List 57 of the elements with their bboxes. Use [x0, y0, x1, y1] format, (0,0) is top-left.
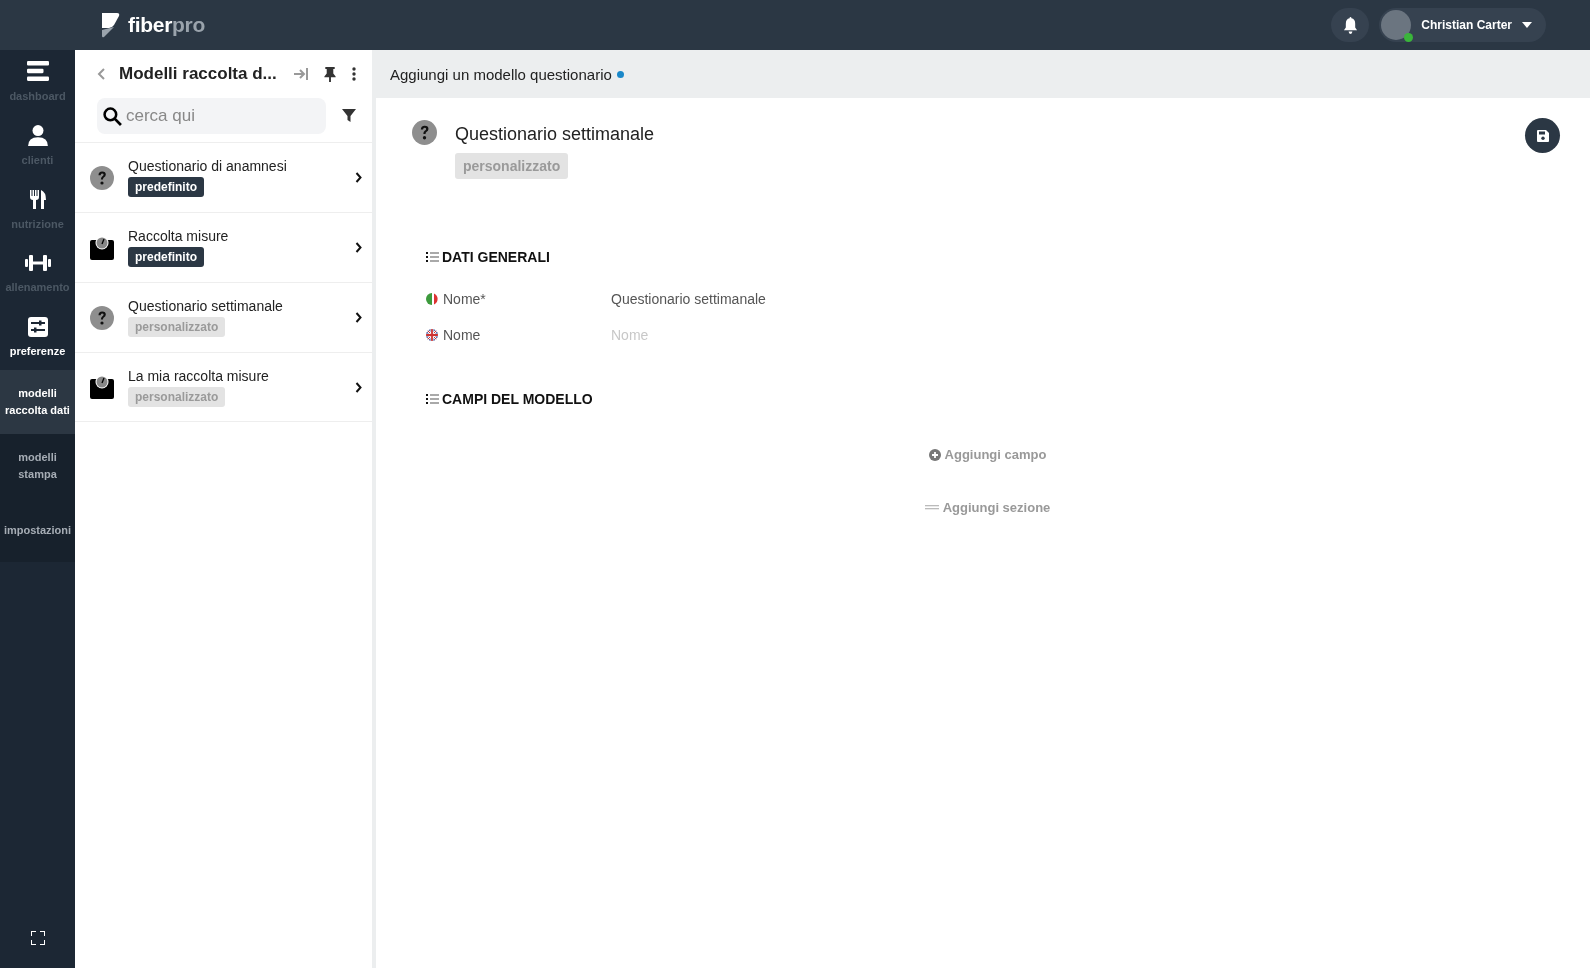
back-button[interactable]: [95, 66, 107, 82]
pin-button[interactable]: [322, 64, 338, 84]
sliders-icon: [27, 316, 48, 337]
section-heading: DATI GENERALI: [442, 249, 550, 265]
panel-title: Modelli raccolta d...: [119, 64, 278, 84]
nav-item[interactable]: preferenze: [0, 306, 75, 370]
chevron-right-icon: [355, 242, 362, 253]
vertical-dots-icon: [352, 67, 356, 81]
collapse-button[interactable]: [292, 66, 310, 82]
fullscreen-icon[interactable]: [30, 931, 45, 945]
nav-item[interactable]: impostazioni: [0, 498, 75, 562]
caret-icon: [1522, 22, 1532, 28]
nav-item[interactable]: modelli raccolta dati: [0, 370, 75, 434]
logo-icon: [100, 12, 120, 38]
template-list-item[interactable]: La mia raccolta misure personalizzato: [75, 352, 372, 422]
save-button[interactable]: [1525, 118, 1560, 153]
filter-button[interactable]: [340, 107, 358, 125]
plus-circle-icon: [928, 448, 941, 461]
dumbbell-icon: [24, 252, 51, 273]
chevron-right-icon: [355, 312, 362, 323]
page-header-title: Aggiungi un modello questionario: [390, 65, 612, 83]
notifications-button[interactable]: [1331, 8, 1370, 42]
scale-icon: [90, 235, 114, 260]
name-input-field[interactable]: Questionario settimanale: [611, 291, 911, 307]
template-type-tag: personalizzato: [128, 386, 226, 407]
arrow-to-bar-icon: [294, 68, 308, 80]
user-icon: [26, 123, 49, 146]
template-type-tag: predefinito: [128, 177, 204, 197]
template-type-tag: personalizzato: [128, 317, 226, 337]
template-title: Questionario settimanale: [455, 124, 655, 145]
chevron-right-icon: [355, 381, 362, 393]
user-menu-button[interactable]: Christian Carter: [1379, 8, 1546, 42]
list-icon: [426, 393, 439, 405]
chevron-left-icon: [97, 68, 105, 80]
flag-icon: [426, 329, 438, 341]
cutlery-icon: [27, 187, 48, 210]
list-icon: [426, 251, 439, 263]
nav-item[interactable]: modelli stampa: [0, 434, 75, 498]
menu-icon: [26, 59, 49, 82]
field-label: Nome: [443, 327, 481, 343]
help-icon: [90, 305, 114, 330]
template-type-tag: personalizzato: [455, 153, 569, 179]
logo-text: fiberpro: [128, 13, 205, 37]
search-field[interactable]: cerca qui: [97, 98, 326, 134]
more-options-button[interactable]: [350, 65, 358, 83]
double-line-icon: [924, 505, 939, 510]
pin-icon: [324, 66, 336, 82]
template-type-tag: predefinito: [128, 247, 204, 267]
filter-icon: [342, 109, 356, 123]
chevron-right-icon: [355, 172, 362, 183]
field-label: Nome*: [443, 291, 486, 307]
section-heading: CAMPI DEL MODELLO: [442, 391, 593, 407]
bell-icon: [1342, 16, 1358, 34]
scale-icon: [90, 375, 114, 399]
flag-icon: [426, 293, 438, 305]
help-icon: [90, 165, 114, 190]
help-icon: [412, 120, 437, 145]
